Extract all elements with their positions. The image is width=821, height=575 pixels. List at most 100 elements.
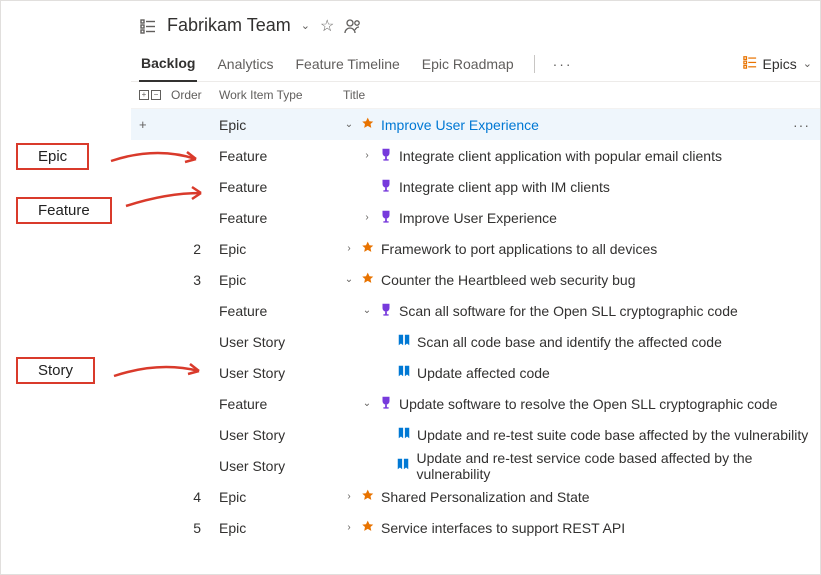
- team-members-icon[interactable]: [344, 18, 362, 34]
- more-tabs-icon[interactable]: ···: [553, 56, 573, 72]
- crown-icon: [361, 519, 375, 536]
- title-cell: Scan all code base and identify the affe…: [343, 333, 812, 350]
- book-icon: [396, 457, 410, 474]
- chevron-right-icon[interactable]: ›: [343, 243, 355, 254]
- trophy-icon: [379, 302, 393, 319]
- title-text: Update affected code: [417, 365, 550, 381]
- book-icon: [397, 333, 411, 350]
- title-text: Update and re-test service code based af…: [416, 450, 812, 482]
- table-row[interactable]: 5Epic›Service interfaces to support REST…: [131, 512, 820, 543]
- type-cell: Feature: [219, 303, 335, 319]
- title-text[interactable]: Improve User Experience: [381, 117, 539, 133]
- title-cell: Update affected code: [343, 364, 812, 381]
- view-selector[interactable]: Epics ⌄: [743, 55, 812, 72]
- order-cell: 4: [171, 489, 211, 505]
- title-cell: Update and re-test service code based af…: [343, 450, 812, 482]
- chevron-down-icon[interactable]: ⌄: [301, 19, 310, 32]
- add-child-button[interactable]: +: [139, 117, 163, 132]
- table-row[interactable]: Feature ⌄ Scan all software for the Open S…: [131, 295, 820, 326]
- expand-all-button[interactable]: +: [139, 90, 149, 100]
- table-row[interactable]: 2Epic›Framework to port applications to …: [131, 233, 820, 264]
- page-header: Fabrikam Team ⌄ ☆: [131, 1, 820, 46]
- tab-backlog[interactable]: Backlog: [139, 46, 197, 82]
- epics-icon: [743, 55, 757, 72]
- order-cell: 2: [171, 241, 211, 257]
- table-row[interactable]: 3Epic⌄Counter the Heartbleed web securit…: [131, 264, 820, 295]
- trophy-icon: [379, 178, 393, 195]
- title-text: Framework to port applications to all de…: [381, 241, 657, 257]
- table-row[interactable]: Feature Integrate client app with IM clie…: [131, 171, 820, 202]
- type-cell: Epic: [219, 489, 335, 505]
- trophy-icon: [379, 209, 393, 226]
- col-order[interactable]: Order: [171, 88, 211, 102]
- chevron-down-icon[interactable]: ⌄: [343, 274, 355, 285]
- chevron-down-icon: ⌄: [803, 57, 812, 70]
- title-text: Service interfaces to support REST API: [381, 520, 625, 536]
- title-text: Scan all code base and identify the affe…: [417, 334, 722, 350]
- table-row[interactable]: Feature›Improve User Experience: [131, 202, 820, 233]
- view-label: Epics: [763, 56, 797, 72]
- chevron-right-icon[interactable]: ›: [343, 522, 355, 533]
- book-icon: [397, 426, 411, 443]
- title-text: Update and re-test suite code base affec…: [417, 427, 808, 443]
- title-cell: › Improve User Experience: [343, 209, 812, 226]
- collapse-all-button[interactable]: −: [151, 90, 161, 100]
- chevron-down-icon[interactable]: ⌄: [361, 305, 373, 316]
- title-cell: › Service interfaces to support REST API: [343, 519, 812, 536]
- table-row[interactable]: Feature›Integrate client application wit…: [131, 140, 820, 171]
- favorite-star-icon[interactable]: ☆: [320, 16, 334, 36]
- tab-analytics[interactable]: Analytics: [215, 46, 275, 82]
- title-cell: › Integrate client application with popul…: [343, 147, 812, 164]
- title-text: Improve User Experience: [399, 210, 557, 226]
- title-cell: ⌄ Counter the Heartbleed web security bug: [343, 271, 812, 288]
- title-text: Update software to resolve the Open SLL …: [399, 396, 777, 412]
- title-text: Scan all software for the Open SLL crypt…: [399, 303, 738, 319]
- type-cell: User Story: [219, 334, 335, 350]
- title-text: Integrate client app with IM clients: [399, 179, 610, 195]
- chevron-down-icon[interactable]: ⌄: [361, 398, 373, 409]
- title-cell: ›Shared Personalization and State: [343, 488, 812, 505]
- trophy-icon: [379, 395, 393, 412]
- col-type[interactable]: Work Item Type: [219, 88, 335, 102]
- chevron-down-icon[interactable]: ⌄: [343, 119, 355, 130]
- backlog-rows: +Epic⌄Improve User Experience···Feature›…: [131, 109, 820, 543]
- col-title[interactable]: Title: [343, 88, 812, 102]
- annotation-epic: Epic: [16, 143, 89, 170]
- trophy-icon: [379, 147, 393, 164]
- tab-feature-timeline[interactable]: Feature Timeline: [294, 46, 402, 82]
- chevron-right-icon[interactable]: ›: [361, 212, 373, 223]
- tab-divider: [534, 55, 535, 73]
- chevron-right-icon[interactable]: ›: [361, 150, 373, 161]
- table-row[interactable]: User StoryUpdate and re-test service cod…: [131, 450, 820, 481]
- crown-icon: [361, 271, 375, 288]
- annotation-feature: Feature: [16, 197, 112, 224]
- order-cell: 3: [171, 272, 211, 288]
- title-cell: ⌄ Update software to resolve the Open SLL…: [343, 395, 812, 412]
- team-name[interactable]: Fabrikam Team: [167, 15, 291, 36]
- column-headers: + − Order Work Item Type Title: [131, 82, 820, 109]
- table-row[interactable]: Feature ⌄ Update software to resolve the O…: [131, 388, 820, 419]
- title-cell: ⌄ Scan all software for the Open SLL cryp…: [343, 302, 812, 319]
- order-cell: 5: [171, 520, 211, 536]
- tab-epic-roadmap[interactable]: Epic Roadmap: [420, 46, 516, 82]
- title-cell: › Framework to port applications to all d…: [343, 240, 812, 257]
- type-cell: User Story: [219, 365, 335, 381]
- table-row[interactable]: User Story Update and re-test suite code …: [131, 419, 820, 450]
- title-cell: ⌄ Improve User Experience: [343, 116, 785, 133]
- chevron-right-icon[interactable]: ›: [343, 491, 355, 502]
- annotation-story: Story: [16, 357, 95, 384]
- crown-icon: [361, 488, 375, 505]
- table-row[interactable]: User Story Update affected code: [131, 357, 820, 388]
- table-row[interactable]: User Story Scan all code base and identif…: [131, 326, 820, 357]
- crown-icon: [361, 240, 375, 257]
- type-cell: Epic: [219, 117, 335, 133]
- table-row[interactable]: + Epic ⌄ Improve User Experience ···: [131, 109, 820, 140]
- backlog-icon: [139, 17, 157, 35]
- type-cell: Feature: [219, 179, 335, 195]
- row-more-icon[interactable]: ···: [793, 117, 812, 133]
- title-text: Integrate client application with popula…: [399, 148, 722, 164]
- type-cell: Feature: [219, 396, 335, 412]
- title-text: Counter the Heartbleed web security bug: [381, 272, 635, 288]
- type-cell: User Story: [219, 427, 335, 443]
- table-row[interactable]: 4 Epic ›Shared Personalization and State: [131, 481, 820, 512]
